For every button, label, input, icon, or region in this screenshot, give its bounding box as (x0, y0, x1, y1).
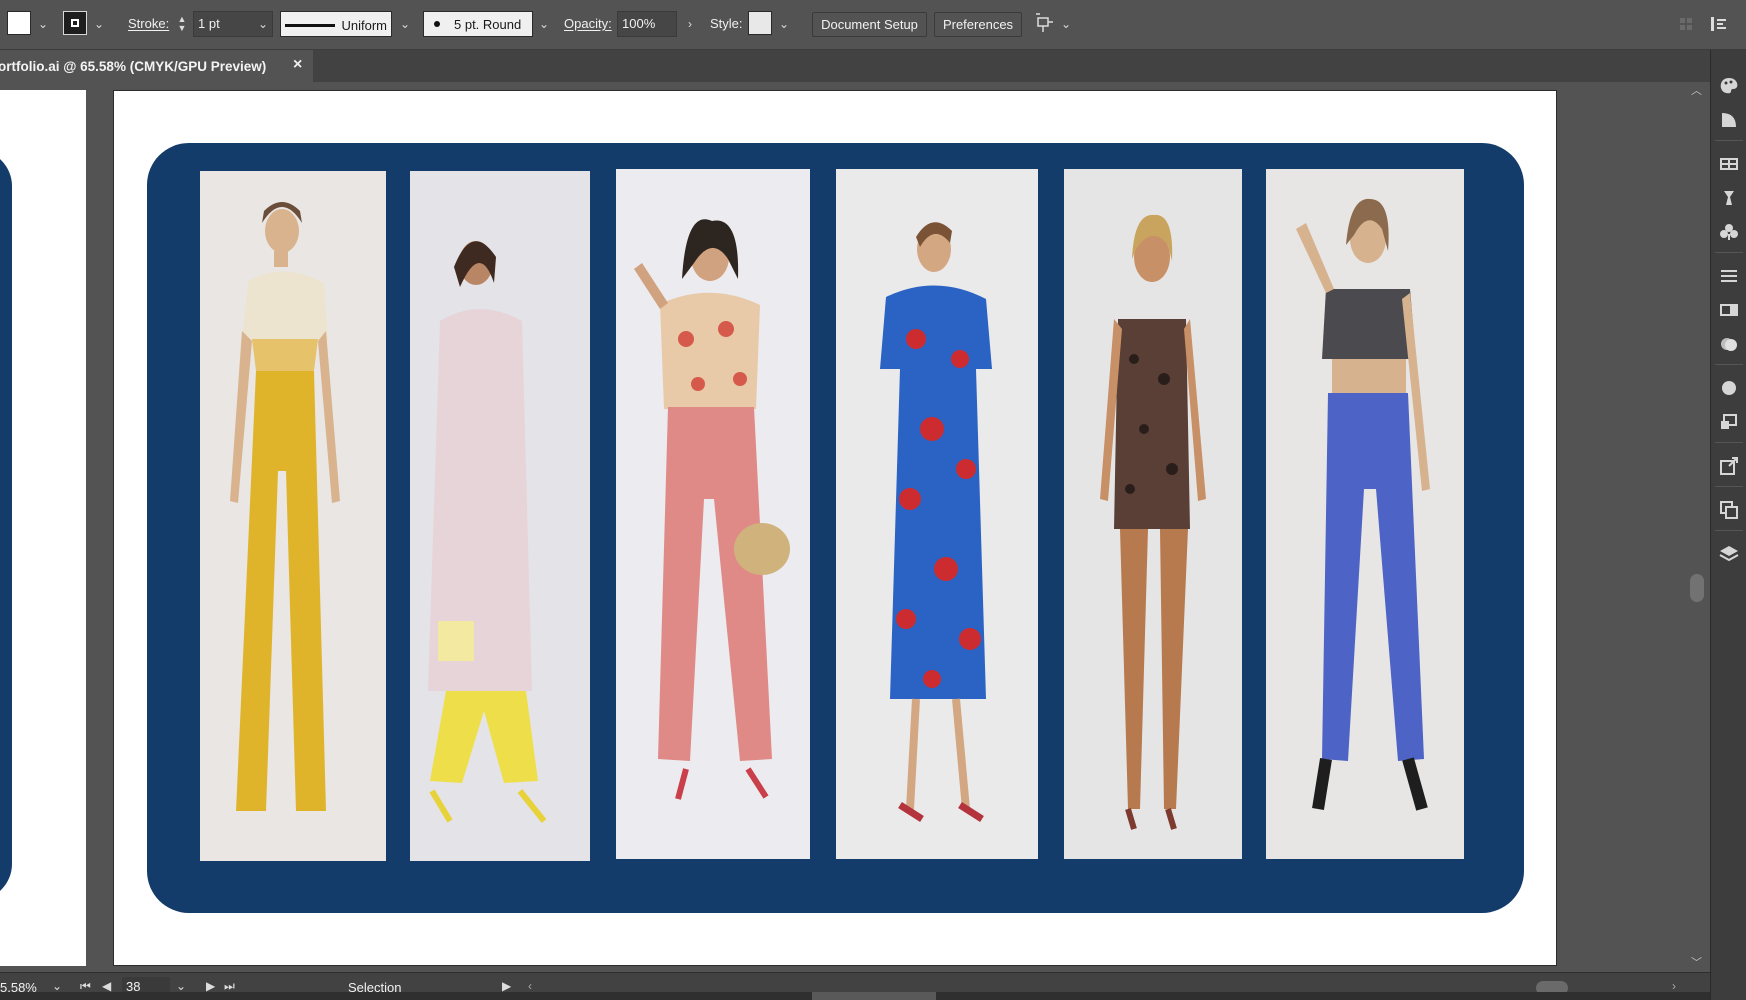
artboard[interactable] (113, 90, 1557, 966)
stroke-label[interactable]: Stroke: (128, 16, 169, 31)
stroke-weight-value: 1 pt (198, 16, 220, 31)
control-bar: ⌄ ⌄ Stroke: ▲ ▼ 1 pt ⌄ Uniform ⌄ 5 pt. Ro… (0, 0, 1746, 50)
brushes-icon[interactable] (1717, 186, 1741, 210)
document-tab[interactable]: ortfolio.ai @ 65.58% (CMYK/GPU Preview) … (0, 50, 313, 82)
fashion-sketch-5[interactable] (1064, 169, 1242, 859)
style-chevron-icon[interactable]: ⌄ (776, 11, 792, 37)
document-setup-label: Document Setup (821, 17, 918, 32)
transparency-icon[interactable] (1717, 332, 1741, 356)
fashion-sketch-3[interactable] (616, 169, 810, 859)
sketch-1-figure (200, 171, 386, 861)
status-menu-arrow-icon[interactable]: ▶ (502, 979, 511, 993)
stroke-weight-chevron-icon[interactable]: ⌄ (255, 11, 271, 37)
preferences-button[interactable]: Preferences (934, 12, 1022, 37)
previous-artboard[interactable] (0, 90, 86, 966)
profile-chevron-icon[interactable]: ⌄ (397, 11, 413, 37)
fashion-sketch-4[interactable] (836, 169, 1038, 859)
document-setup-button[interactable]: Document Setup (812, 12, 927, 37)
artboards-icon[interactable] (1717, 498, 1741, 522)
scroll-down-arrow-icon[interactable]: ﹀ (1691, 954, 1702, 970)
brush-definition-value: 5 pt. Round (454, 16, 522, 32)
previous-artboard-icon[interactable]: ◀ (102, 979, 111, 993)
color-guide-icon[interactable] (1717, 108, 1741, 132)
brush-dot-icon (434, 21, 440, 27)
symbols-icon[interactable] (1717, 220, 1741, 244)
opacity-field[interactable]: 100% (617, 11, 677, 37)
previous-artboard-panel (0, 150, 12, 900)
workspace-grid-icon[interactable] (1676, 12, 1698, 36)
color-palette-icon[interactable] (1717, 74, 1741, 98)
variable-width-profile-value: Uniform (341, 18, 387, 33)
layers-icon[interactable] (1717, 542, 1741, 566)
stroke-dropdown-chevron-icon[interactable]: ⌄ (91, 11, 107, 37)
brush-definition-dropdown[interactable]: 5 pt. Round (423, 11, 533, 37)
zoom-chevron-icon[interactable]: ⌄ (52, 979, 62, 993)
graphic-styles-icon[interactable] (1717, 410, 1741, 434)
sketch-4-figure (836, 169, 1038, 859)
sketch-6-figure (1266, 169, 1464, 859)
swatches-icon[interactable] (1717, 152, 1741, 176)
vertical-scrollbar[interactable]: ︿ ﹀ (1684, 82, 1710, 972)
document-tab-bar: ortfolio.ai @ 65.58% (CMYK/GPU Preview) … (0, 50, 1710, 82)
stroke-profile-line-icon (285, 24, 336, 27)
artboard-chevron-icon[interactable]: ⌄ (176, 979, 186, 993)
gradient-icon[interactable] (1717, 298, 1741, 322)
brush-chevron-icon[interactable]: ⌄ (536, 11, 552, 37)
scroll-left-arrow-icon[interactable]: ‹ (528, 979, 532, 993)
sketch-5-figure (1064, 169, 1242, 859)
style-label: Style: (710, 16, 743, 31)
scroll-up-arrow-icon[interactable]: ︿ (1691, 82, 1702, 98)
panel-toggle-icon[interactable] (1708, 12, 1730, 36)
opacity-value: 100% (622, 16, 656, 31)
graphic-style-swatch[interactable] (748, 11, 772, 35)
taskbar-strip (0, 992, 1710, 1000)
close-tab-icon[interactable]: × (293, 56, 302, 74)
document-tab-title: ortfolio.ai @ 65.58% (CMYK/GPU Preview) (0, 58, 267, 74)
vertical-scroll-thumb[interactable] (1690, 574, 1704, 602)
fill-dropdown-chevron-icon[interactable]: ⌄ (35, 11, 51, 37)
arrange-documents-icon[interactable] (1034, 11, 1056, 37)
arrange-chevron-icon[interactable]: ⌄ (1058, 11, 1074, 37)
canvas[interactable] (0, 82, 1710, 972)
scroll-right-arrow-icon[interactable]: › (1672, 979, 1676, 993)
fashion-sketch-6[interactable] (1266, 169, 1464, 859)
variable-width-profile-dropdown[interactable]: Uniform (280, 11, 392, 37)
stroke-weight-spinner-icon[interactable]: ▲ ▼ (175, 11, 189, 37)
fashion-sketch-2[interactable] (410, 171, 590, 861)
sketch-3-figure (616, 169, 810, 859)
opacity-expand-chevron-icon[interactable]: › (682, 11, 698, 37)
next-artboard-icon[interactable]: ▶ (206, 979, 215, 993)
stroke-panel-icon[interactable] (1717, 264, 1741, 288)
appearance-icon[interactable] (1717, 376, 1741, 400)
preferences-label: Preferences (942, 17, 1014, 32)
sketch-2-figure (410, 171, 590, 861)
opacity-label[interactable]: Opacity: (564, 16, 612, 31)
asset-export-icon[interactable] (1717, 454, 1741, 478)
panel-dock (1710, 50, 1746, 1000)
fill-color-swatch[interactable] (7, 11, 31, 35)
stroke-color-swatch[interactable] (63, 11, 87, 35)
fashion-sketch-1[interactable] (200, 171, 386, 861)
